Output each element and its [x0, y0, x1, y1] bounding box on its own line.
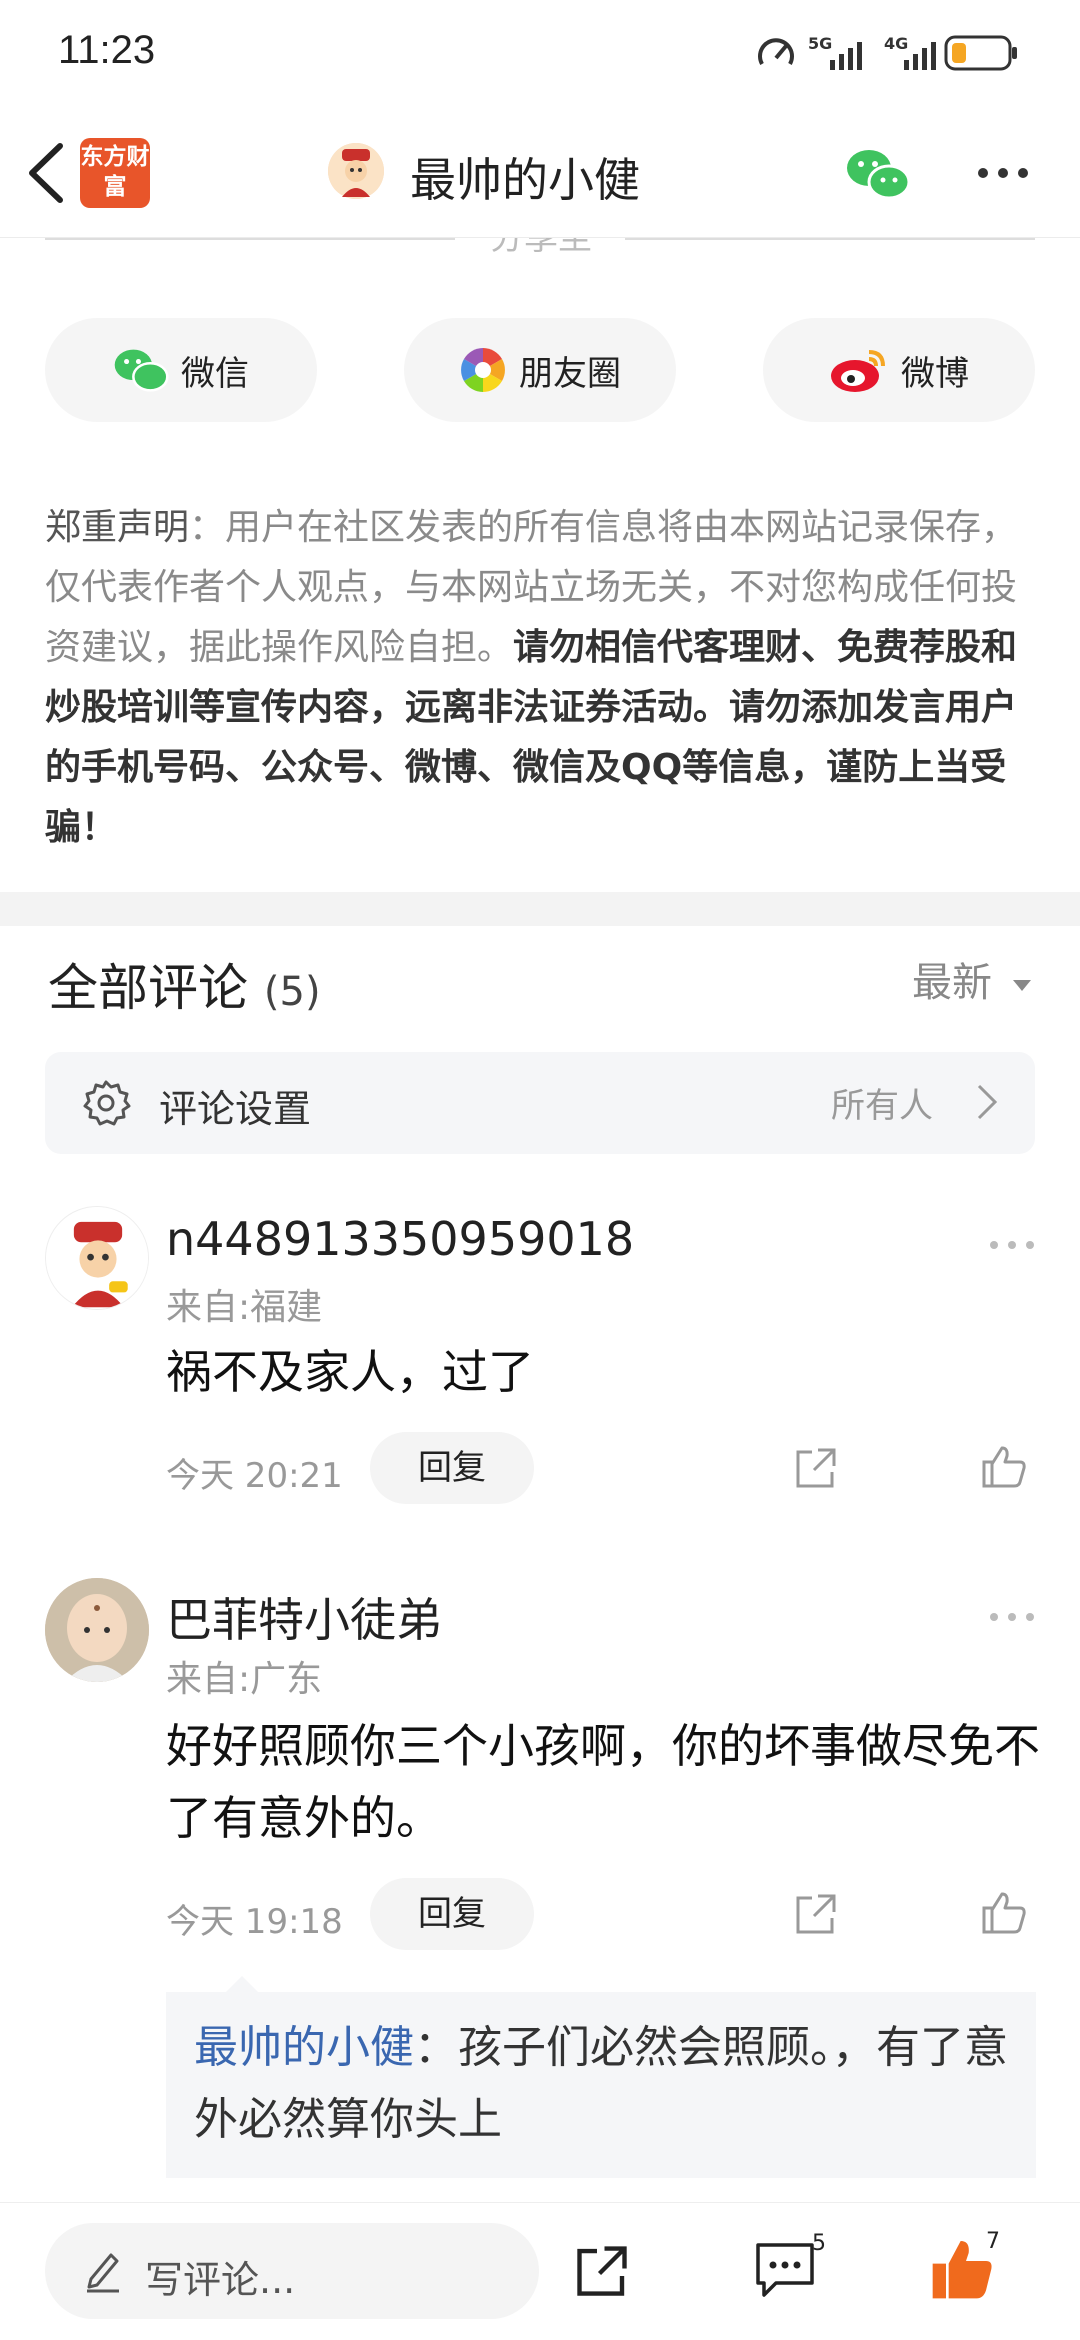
- moments-icon: [461, 348, 505, 392]
- comment-bubble-icon[interactable]: [754, 2239, 816, 2299]
- share-hint-clip: 分享至: [0, 238, 1080, 256]
- status-time: 11:23: [58, 28, 156, 72]
- share-weibo-button[interactable]: 微博: [763, 318, 1035, 422]
- sub-reply-author[interactable]: 最帅的小健: [194, 2022, 414, 2073]
- thumbs-up-icon[interactable]: [980, 1442, 1028, 1490]
- comment-text: 好好照顾你三个小孩啊，你的坏事做尽免不了有意外的。: [166, 1719, 1040, 1845]
- god-of-wealth-avatar-icon: [46, 1207, 148, 1309]
- author-avatar-small[interactable]: [328, 143, 384, 199]
- write-comment-input[interactable]: 写评论...: [45, 2223, 539, 2319]
- share-moments-label: 朋友圈: [519, 353, 621, 394]
- write-comment-placeholder: 写评论...: [145, 2258, 296, 2302]
- comment-more-icon[interactable]: [988, 1238, 1036, 1252]
- share-wechat-button[interactable]: 微信: [45, 318, 317, 422]
- sort-label: 最新: [912, 960, 992, 1006]
- share-moments-button[interactable]: 朋友圈: [404, 318, 676, 422]
- weibo-icon: [831, 350, 885, 392]
- like-count-badge: 7: [986, 2229, 1000, 2254]
- comment-settings-value: 所有人: [831, 1086, 933, 1126]
- commenter-name[interactable]: n448913350959018: [166, 1212, 634, 1266]
- signal-bars-4g-icon: [904, 42, 936, 70]
- sort-dropdown[interactable]: 最新: [912, 950, 1033, 1008]
- commenter-avatar[interactable]: [45, 1206, 149, 1310]
- gear-icon: [83, 1080, 131, 1126]
- commenter-location: 来自:福建: [166, 1287, 323, 1328]
- top-nav-bar: 东方财富 最帅的小健: [0, 108, 1080, 238]
- eastmoney-logo[interactable]: 东方财富: [80, 138, 150, 208]
- chevron-right-icon: [977, 1084, 998, 1120]
- bottom-action-bar: 写评论... 5 7: [0, 2202, 1080, 2340]
- reply-button[interactable]: 回复: [370, 1878, 534, 1950]
- comments-count: (5): [263, 969, 321, 1015]
- share-wechat-label: 微信: [181, 353, 249, 394]
- god-of-wealth-avatar-icon: [328, 143, 384, 199]
- thumbs-up-filled-icon[interactable]: [930, 2237, 994, 2301]
- comment-settings-row[interactable]: 评论设置 所有人: [45, 1052, 1035, 1154]
- comment-text: 祸不及家人，过了: [166, 1345, 534, 1399]
- battery-icon: [944, 35, 1017, 71]
- reply-button[interactable]: 回复: [370, 1432, 534, 1504]
- share-hint: 分享至: [490, 238, 592, 256]
- comment-count-badge: 5: [812, 2231, 826, 2256]
- comment-more-icon[interactable]: [988, 1610, 1036, 1624]
- section-divider: [0, 892, 1080, 926]
- share-icon[interactable]: [792, 1890, 840, 1938]
- wechat-icon: [114, 349, 169, 392]
- commenter-avatar[interactable]: [45, 1578, 149, 1682]
- share-icon[interactable]: [572, 2241, 632, 2301]
- disclaimer-label: 郑重声明: [45, 507, 190, 548]
- comment-settings-label: 评论设置: [159, 1087, 312, 1131]
- signal-bars-5g-icon: [830, 42, 862, 70]
- share-weibo-label: 微博: [901, 353, 969, 394]
- commenter-name[interactable]: 巴菲特小徒弟: [166, 1584, 442, 1650]
- comment-time: 今天 19:18: [166, 1902, 343, 1942]
- commenter-location: 来自:广东: [166, 1659, 323, 1700]
- comments-header: 全部评论 (5): [48, 948, 321, 1020]
- comments-title: 全部评论: [48, 959, 248, 1017]
- baby-photo-avatar-icon: [45, 1578, 149, 1682]
- speed-icon: [758, 38, 794, 65]
- comment-time: 今天 20:21: [166, 1456, 343, 1496]
- pencil-icon: [87, 2253, 119, 2293]
- more-options-icon[interactable]: [975, 163, 1031, 183]
- back-arrow-icon[interactable]: [22, 138, 72, 208]
- sub-reply[interactable]: 最帅的小健：孩子们必然会照顾。，有了意外必然算你头上: [166, 1992, 1036, 2178]
- triangle-down-icon: [1012, 980, 1031, 991]
- thumbs-up-icon[interactable]: [980, 1888, 1028, 1936]
- page-title: 最帅的小健: [410, 153, 640, 207]
- status-bar: 11:23 5G 4G: [0, 0, 1080, 105]
- disclaimer-text: 郑重声明：用户在社区发表的所有信息将由本网站记录保存，仅代表作者个人观点，与本网…: [45, 498, 1037, 858]
- share-icon[interactable]: [792, 1444, 840, 1492]
- wechat-share-icon[interactable]: [845, 146, 911, 202]
